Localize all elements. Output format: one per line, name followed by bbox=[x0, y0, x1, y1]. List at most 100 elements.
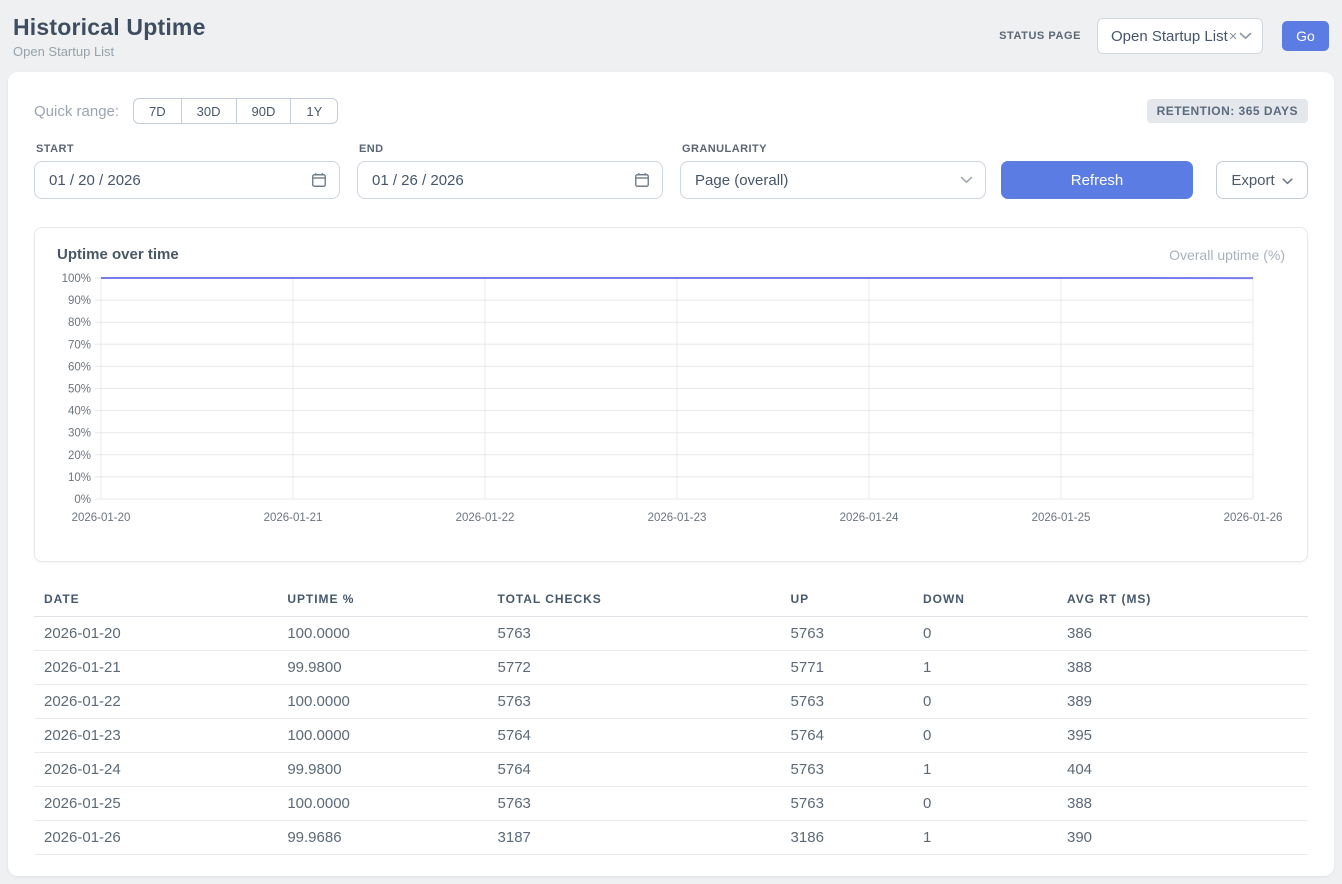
status-page-label: STATUS PAGE bbox=[999, 30, 1081, 42]
table-cell: 5764 bbox=[488, 719, 781, 753]
table-cell: 99.9686 bbox=[277, 821, 487, 855]
table-header-cell: DATE bbox=[34, 583, 277, 617]
table-cell: 5763 bbox=[781, 617, 913, 651]
table-cell: 0 bbox=[913, 685, 1057, 719]
table-row: 2026-01-20100.0000576357630386 bbox=[34, 617, 1308, 651]
table-cell: 99.9800 bbox=[277, 753, 487, 787]
table-cell: 2026-01-23 bbox=[34, 719, 277, 753]
start-date-input[interactable]: 01 / 20 / 2026 bbox=[34, 161, 340, 199]
table-cell: 0 bbox=[913, 787, 1057, 821]
table-cell: 388 bbox=[1057, 651, 1308, 685]
table-row: 2026-01-25100.0000576357630388 bbox=[34, 787, 1308, 821]
table-cell: 5763 bbox=[488, 787, 781, 821]
x-axis-label: 2026-01-21 bbox=[264, 512, 323, 524]
table-cell: 2026-01-24 bbox=[34, 753, 277, 787]
y-axis-label: 30% bbox=[68, 428, 91, 440]
end-date-value: 01 / 26 / 2026 bbox=[372, 172, 464, 189]
quick-range-group: 7D30D90D1Y bbox=[133, 98, 338, 124]
status-page-controls: STATUS PAGE Open Startup List × Go bbox=[999, 18, 1329, 54]
end-date-input[interactable]: 01 / 26 / 2026 bbox=[357, 161, 663, 199]
clear-selection-icon[interactable]: × bbox=[1229, 28, 1238, 45]
table-cell: 386 bbox=[1057, 617, 1308, 651]
title-block: Historical Uptime Open Startup List bbox=[13, 14, 206, 59]
page-header: Historical Uptime Open Startup List STAT… bbox=[0, 0, 1342, 72]
granularity-field: GRANULARITY Page (overall) bbox=[680, 143, 986, 199]
quick-range-30d[interactable]: 30D bbox=[181, 98, 237, 124]
y-axis-label: 40% bbox=[68, 406, 91, 418]
table-cell: 3186 bbox=[781, 821, 913, 855]
chevron-down-icon bbox=[1282, 172, 1293, 189]
granularity-label: GRANULARITY bbox=[680, 143, 986, 155]
page-title: Historical Uptime bbox=[13, 14, 206, 41]
table-cell: 0 bbox=[913, 719, 1057, 753]
main-panel: Quick range: 7D30D90D1Y RETENTION: 365 D… bbox=[8, 72, 1334, 876]
go-button[interactable]: Go bbox=[1282, 21, 1329, 51]
y-axis-label: 50% bbox=[68, 384, 91, 396]
table-cell: 390 bbox=[1057, 821, 1308, 855]
table-cell: 2026-01-21 bbox=[34, 651, 277, 685]
calendar-icon[interactable] bbox=[311, 172, 327, 188]
x-axis-label: 2026-01-20 bbox=[72, 512, 131, 524]
table-row: 2026-01-2199.9800577257711388 bbox=[34, 651, 1308, 685]
x-axis-label: 2026-01-23 bbox=[648, 512, 707, 524]
x-axis-label: 2026-01-25 bbox=[1032, 512, 1091, 524]
table-cell: 5763 bbox=[781, 787, 913, 821]
table-cell: 388 bbox=[1057, 787, 1308, 821]
table-cell: 5772 bbox=[488, 651, 781, 685]
status-page-select[interactable]: Open Startup List × bbox=[1097, 18, 1263, 54]
end-date-field: END 01 / 26 / 2026 bbox=[357, 143, 663, 199]
start-date-field: START 01 / 20 / 2026 bbox=[34, 143, 340, 199]
quick-range-row: Quick range: 7D30D90D1Y RETENTION: 365 D… bbox=[34, 96, 1308, 126]
y-axis-label: 90% bbox=[68, 295, 91, 307]
table-row: 2026-01-22100.0000576357630389 bbox=[34, 685, 1308, 719]
x-axis-label: 2026-01-22 bbox=[456, 512, 515, 524]
table-cell: 2026-01-25 bbox=[34, 787, 277, 821]
granularity-select[interactable]: Page (overall) bbox=[680, 161, 986, 199]
table-cell: 1 bbox=[913, 821, 1057, 855]
calendar-icon[interactable] bbox=[634, 172, 650, 188]
x-axis-label: 2026-01-24 bbox=[840, 512, 899, 524]
quick-range-label: Quick range: bbox=[34, 103, 119, 120]
quick-range-7d[interactable]: 7D bbox=[133, 98, 182, 124]
uptime-table: DATEUPTIME %TOTAL CHECKSUPDOWNAVG RT (MS… bbox=[34, 583, 1308, 855]
table-body: 2026-01-20100.00005763576303862026-01-21… bbox=[34, 617, 1308, 855]
x-axis-label: 2026-01-26 bbox=[1224, 512, 1283, 524]
start-label: START bbox=[34, 143, 340, 155]
table-cell: 100.0000 bbox=[277, 719, 487, 753]
table-cell: 5764 bbox=[781, 719, 913, 753]
refresh-button[interactable]: Refresh bbox=[1001, 161, 1193, 199]
table-cell: 3187 bbox=[488, 821, 781, 855]
table-cell: 2026-01-22 bbox=[34, 685, 277, 719]
chart-header: Uptime over time Overall uptime (%) bbox=[57, 246, 1285, 263]
table-cell: 5763 bbox=[781, 685, 913, 719]
table-cell: 395 bbox=[1057, 719, 1308, 753]
y-axis-label: 80% bbox=[68, 317, 91, 329]
chart-card: Uptime over time Overall uptime (%) 0%10… bbox=[34, 227, 1308, 562]
table-header-cell: AVG RT (MS) bbox=[1057, 583, 1308, 617]
table-cell: 404 bbox=[1057, 753, 1308, 787]
export-label: Export bbox=[1231, 172, 1274, 189]
table-cell: 1 bbox=[913, 753, 1057, 787]
table-header-cell: UPTIME % bbox=[277, 583, 487, 617]
chart-legend: Overall uptime (%) bbox=[1169, 247, 1285, 263]
y-axis-label: 20% bbox=[68, 450, 91, 462]
page: Historical Uptime Open Startup List STAT… bbox=[0, 0, 1342, 884]
chevron-down-icon bbox=[960, 176, 973, 184]
y-axis-label: 10% bbox=[68, 472, 91, 484]
quick-range-1y[interactable]: 1Y bbox=[290, 98, 338, 124]
table-header-row: DATEUPTIME %TOTAL CHECKSUPDOWNAVG RT (MS… bbox=[34, 583, 1308, 617]
uptime-chart: 0%10%20%30%40%50%60%70%80%90%100%2026-01… bbox=[57, 272, 1287, 524]
table-cell: 5771 bbox=[781, 651, 913, 685]
y-axis-label: 60% bbox=[68, 361, 91, 373]
filters-row: START 01 / 20 / 2026 END 01 / 26 / 2026 bbox=[34, 143, 1308, 199]
table-cell: 389 bbox=[1057, 685, 1308, 719]
start-date-value: 01 / 20 / 2026 bbox=[49, 172, 141, 189]
table-row: 2026-01-2699.9686318731861390 bbox=[34, 821, 1308, 855]
y-axis-label: 100% bbox=[62, 273, 91, 285]
table-cell: 2026-01-20 bbox=[34, 617, 277, 651]
quick-range-90d[interactable]: 90D bbox=[236, 98, 292, 124]
table-cell: 100.0000 bbox=[277, 787, 487, 821]
status-page-value: Open Startup List bbox=[1111, 28, 1228, 45]
chart-title: Uptime over time bbox=[57, 246, 179, 263]
export-button[interactable]: Export bbox=[1216, 161, 1308, 199]
